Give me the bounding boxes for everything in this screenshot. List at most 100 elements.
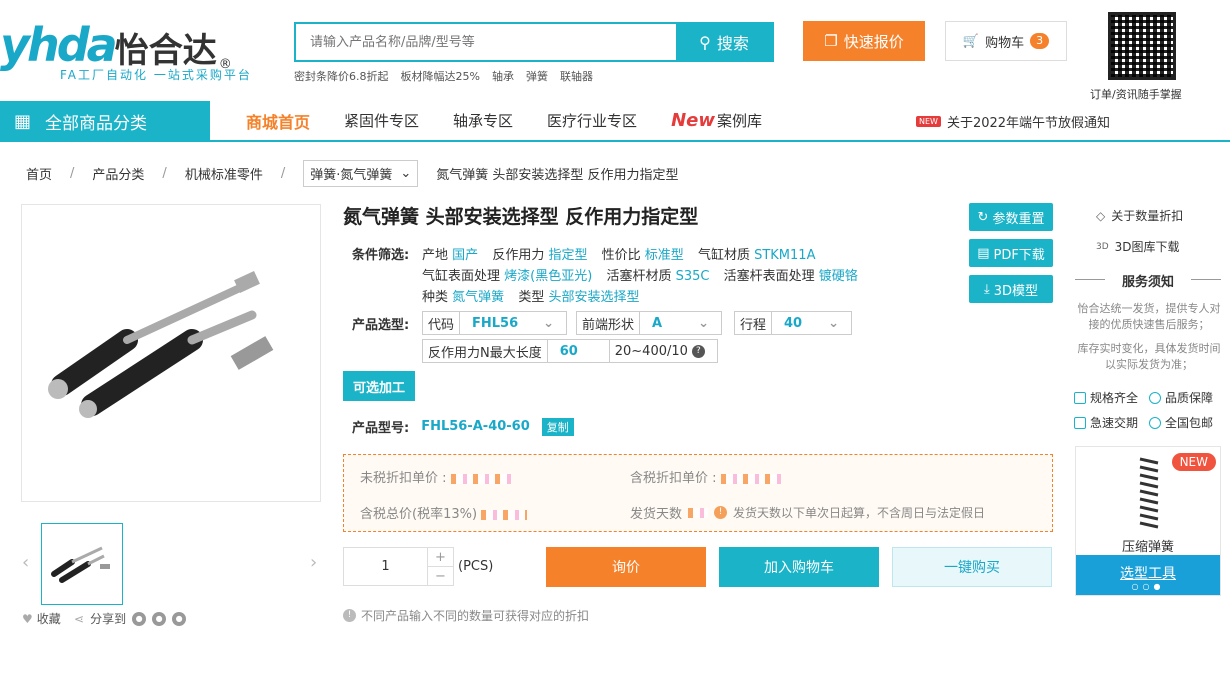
cond-value[interactable]: 氮气弹簧	[452, 290, 504, 305]
optional-processing-button[interactable]: 可选加工	[343, 371, 415, 401]
force-key: 反作用力N最大长度	[423, 340, 548, 362]
reset-params-button[interactable]: ↻ 参数重置	[969, 203, 1053, 231]
quantity-hint: ! 不同产品输入不同的数量可获得对应的折扣	[343, 607, 589, 624]
wechat-icon[interactable]: ●	[132, 611, 147, 626]
model-3d-label: 3D模型	[993, 283, 1039, 299]
cond-value[interactable]: 头部安装选择型	[548, 290, 639, 305]
hot-word[interactable]: 密封条降价6.8折起	[294, 68, 389, 84]
product-thumbnail[interactable]	[41, 523, 123, 605]
force-input[interactable]: 60	[548, 340, 610, 362]
stroke-select[interactable]: 行程 40 ⌄	[734, 311, 852, 335]
hot-word[interactable]: 板材降幅达25%	[401, 68, 480, 84]
buy-now-button[interactable]: 一键购买	[892, 547, 1052, 587]
search-input[interactable]	[296, 24, 676, 60]
notice-link[interactable]: NEW 关于2022年端午节放假通知	[916, 112, 1110, 131]
nav-item-home[interactable]: 商城首页	[246, 109, 310, 133]
front-shape-value: A	[652, 315, 663, 331]
plus-icon[interactable]: +	[428, 548, 453, 567]
hot-word[interactable]: 弹簧	[526, 68, 548, 84]
service-badge-label: 全国包邮	[1165, 416, 1214, 430]
cart-button[interactable]: 🛒 购物车 3	[945, 21, 1067, 61]
model-3d-button[interactable]: ⤓ 3D模型	[969, 275, 1053, 303]
force-input-group: 反作用力N最大长度 60 20~400/10 ?	[422, 339, 718, 363]
cond-key: 反作用力	[492, 248, 545, 263]
breadcrumb-category-select[interactable]: 弹簧·氮气弹簧 ⌄	[303, 159, 419, 187]
inquiry-button[interactable]: 询价	[546, 547, 706, 587]
nav-item-medical[interactable]: 医疗行业专区	[547, 110, 637, 131]
product-title: 氮气弹簧 头部安装选择型 反作用力指定型	[343, 206, 699, 228]
product-main-image	[21, 204, 321, 502]
copy-button[interactable]: 复制	[541, 417, 574, 436]
gallery-next-arrow[interactable]: ›	[310, 552, 317, 573]
nav-item-bearings[interactable]: 轴承专区	[453, 110, 513, 131]
cart-icon: 🛒	[962, 33, 980, 49]
reset-label: 参数重置	[992, 211, 1045, 227]
share-label: 分享到	[90, 612, 127, 626]
ship-days-value	[688, 507, 709, 518]
new-badge: NEW	[1171, 453, 1216, 471]
force-range: 20~400/10	[614, 343, 688, 359]
cond-value[interactable]: S35C	[676, 269, 710, 284]
logo-mark: yhda	[0, 18, 118, 72]
service-badge-label: 急速交期	[1090, 416, 1139, 430]
model-code: FHL56-A-40-60	[421, 419, 530, 434]
total-taxed-value	[481, 509, 528, 520]
grid-icon: ▦	[14, 111, 32, 132]
breadcrumb-mechanical[interactable]: 机械标准零件	[185, 164, 263, 183]
minus-icon[interactable]: −	[428, 567, 453, 585]
carousel-dots[interactable]: ○○●	[1076, 582, 1220, 591]
breadcrumb-categories[interactable]: 产品分类	[92, 164, 144, 183]
favorite-button[interactable]: ♥ 收藏	[22, 610, 61, 627]
model-label: 产品型号:	[352, 421, 410, 436]
gallery-prev-arrow[interactable]: ‹	[22, 552, 29, 573]
card-label: 压缩弹簧	[1121, 540, 1174, 555]
cart-count-badge: 3	[1030, 33, 1050, 49]
cond-key: 活塞杆材质	[606, 269, 672, 284]
qr-code	[1108, 12, 1176, 80]
service-badge: 全国包邮	[1149, 414, 1224, 431]
cond-key: 性价比	[601, 248, 641, 263]
nav-item-fasteners[interactable]: 紧固件专区	[344, 110, 419, 131]
cond-key: 类型	[518, 290, 545, 305]
code-select[interactable]: 代码 FHL56 ⌄	[422, 311, 567, 335]
breadcrumb-home[interactable]: 首页	[26, 164, 52, 183]
service-badges: 规格齐全 品质保障 急速交期 全国包邮	[1074, 389, 1224, 431]
cart-label: 购物车	[985, 35, 1025, 51]
reset-icon: ↻	[977, 209, 989, 225]
cond-value[interactable]: 标准型	[645, 248, 684, 263]
pdf-download-button[interactable]: ▤ PDF下载	[969, 239, 1053, 267]
nav-item-cases[interactable]: New 案例库	[671, 110, 762, 131]
stroke-value: 40	[784, 315, 803, 331]
main-nav: 商城首页 紧固件专区 轴承专区 医疗行业专区 New 案例库	[246, 101, 762, 140]
cad-download-link[interactable]: 3D 3D图库下载	[1096, 238, 1230, 255]
chevron-down-icon: ⌄	[698, 315, 709, 331]
heart-icon: ♥	[22, 611, 33, 626]
quick-quote-button[interactable]: ❐ 快速报价	[803, 21, 925, 61]
spec-icon	[1074, 391, 1086, 404]
qty-discount-label: 关于数量折扣	[1111, 209, 1184, 223]
cond-value[interactable]: 烤漆(黑色亚光)	[504, 269, 592, 284]
selection-tool-card[interactable]: NEW 压缩弹簧 选型工具 ○○●	[1075, 446, 1221, 596]
add-to-cart-button[interactable]: 加入购物车	[719, 547, 879, 587]
qq-icon[interactable]: ●	[152, 611, 167, 626]
site-logo[interactable]: yhda 怡合达 ® FA工厂自动化 一站式采购平台	[0, 18, 270, 82]
info-icon: !	[343, 609, 356, 622]
service-badge: 急速交期	[1074, 414, 1149, 431]
weibo-icon[interactable]: ●	[172, 611, 187, 626]
cond-value[interactable]: STKM11A	[754, 248, 815, 263]
all-categories-button[interactable]: ▦ 全部商品分类	[0, 101, 210, 142]
share-icon: ⋖	[74, 611, 85, 626]
all-categories-label: 全部商品分类	[45, 114, 148, 134]
cond-value[interactable]: 指定型	[548, 248, 587, 263]
cond-value[interactable]: 镀硬铬	[819, 269, 858, 284]
pdf-icon: ▤	[977, 245, 990, 261]
help-icon[interactable]: ?	[691, 344, 705, 358]
hot-word[interactable]: 联轴器	[560, 68, 593, 84]
front-shape-select[interactable]: 前端形状 A ⌄	[576, 311, 722, 335]
spring-image	[1139, 457, 1159, 529]
quantity-input[interactable]: 1	[344, 548, 427, 585]
cond-value[interactable]: 国产	[452, 248, 478, 263]
hot-word[interactable]: 轴承	[492, 68, 514, 84]
qty-discount-link[interactable]: ◇ 关于数量折扣	[1096, 207, 1230, 224]
search-button[interactable]: ⚲ 搜索	[676, 24, 772, 60]
